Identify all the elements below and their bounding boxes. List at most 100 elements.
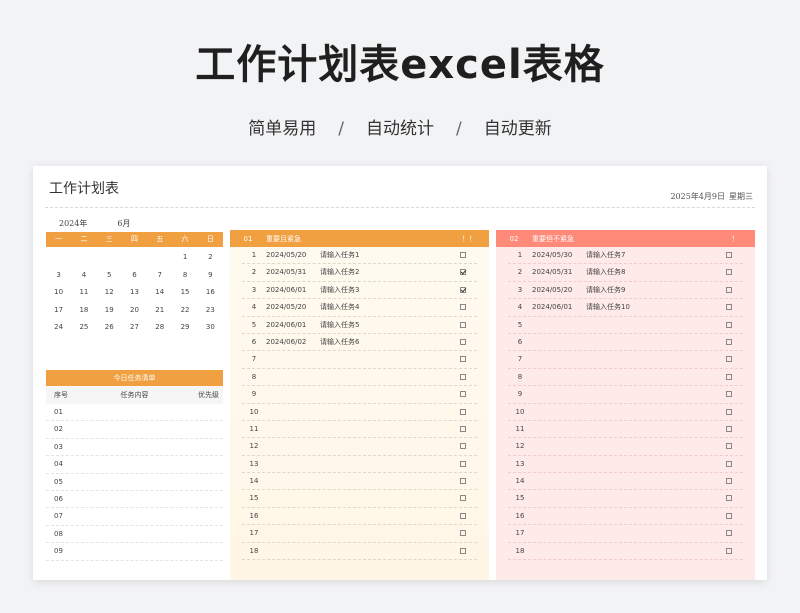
task-text[interactable] (586, 404, 715, 420)
list-item[interactable]: 08 (46, 526, 223, 544)
task-text[interactable] (320, 543, 449, 559)
calendar-day[interactable]: 9 (198, 267, 223, 285)
checkbox-unchecked[interactable] (460, 478, 466, 485)
calendar-day[interactable]: 10 (46, 284, 71, 302)
task-text[interactable] (586, 369, 715, 385)
task-row[interactable]: 16 (508, 508, 743, 526)
calendar-day[interactable]: 26 (97, 319, 122, 337)
checkbox-unchecked[interactable] (726, 269, 732, 276)
task-row[interactable]: 16 (242, 508, 477, 526)
calendar-day[interactable] (97, 249, 122, 267)
checkbox-unchecked[interactable] (460, 252, 466, 258)
calendar-day[interactable]: 27 (122, 319, 147, 337)
task-row[interactable]: 8 (242, 369, 477, 387)
task-text[interactable]: 请输入任务1 (320, 247, 449, 263)
task-text[interactable] (586, 456, 715, 472)
calendar-day[interactable]: 22 (172, 302, 197, 320)
calendar-day[interactable]: 12 (97, 284, 122, 302)
task-text[interactable] (586, 421, 715, 437)
checkbox-unchecked[interactable] (460, 321, 466, 328)
task-row[interactable]: 9 (508, 386, 743, 404)
checkbox-unchecked[interactable] (726, 443, 732, 450)
calendar-day[interactable] (147, 249, 172, 267)
task-row[interactable]: 11 (242, 421, 477, 439)
task-row[interactable]: 7 (242, 351, 477, 369)
calendar-day[interactable]: 5 (97, 267, 122, 285)
calendar-day[interactable]: 1 (172, 249, 197, 267)
checkbox-unchecked[interactable] (726, 391, 732, 398)
task-row[interactable]: 11 (508, 421, 743, 439)
checkbox-unchecked[interactable] (460, 425, 466, 432)
task-text[interactable] (586, 317, 715, 333)
calendar-day[interactable]: 20 (122, 302, 147, 320)
checkbox-unchecked[interactable] (460, 530, 466, 537)
calendar-day[interactable] (71, 249, 96, 267)
calendar-day[interactable]: 19 (97, 302, 122, 320)
checkbox-unchecked[interactable] (726, 252, 732, 258)
task-text[interactable] (320, 369, 449, 385)
task-text[interactable] (320, 490, 449, 506)
calendar-day[interactable]: 13 (122, 284, 147, 302)
checkbox-unchecked[interactable] (726, 304, 732, 311)
checkbox-unchecked[interactable] (726, 460, 732, 467)
list-item[interactable]: 02 (46, 421, 223, 439)
task-text[interactable] (320, 351, 449, 367)
calendar-day[interactable]: 23 (198, 302, 223, 320)
task-row[interactable]: 4 2024/06/01 请输入任务10 (508, 299, 743, 317)
checkbox-unchecked[interactable] (460, 495, 466, 502)
calendar-day[interactable]: 7 (147, 267, 172, 285)
task-row[interactable]: 17 (242, 525, 477, 543)
task-text[interactable]: 请输入任务4 (320, 299, 449, 315)
task-row[interactable]: 4 2024/05/20 请输入任务4 (242, 299, 477, 317)
calendar-day[interactable]: 15 (172, 284, 197, 302)
calendar-day[interactable]: 25 (71, 319, 96, 337)
task-row[interactable]: 10 (508, 404, 743, 421)
task-text[interactable] (586, 386, 715, 402)
checkbox-unchecked[interactable] (726, 286, 732, 293)
task-row[interactable]: 15 (508, 490, 743, 508)
task-row[interactable]: 6 (508, 334, 743, 352)
checkbox-unchecked[interactable] (726, 495, 732, 502)
checkbox-unchecked[interactable] (460, 547, 466, 554)
calendar-day[interactable]: 21 (147, 302, 172, 320)
checkbox-unchecked[interactable] (460, 512, 466, 519)
checkbox-unchecked[interactable] (460, 391, 466, 398)
task-text[interactable] (586, 490, 715, 506)
task-text[interactable] (586, 473, 715, 489)
calendar-year[interactable]: 2024年 (59, 219, 87, 228)
task-row[interactable]: 6 2024/06/02 请输入任务6 (242, 334, 477, 352)
checkbox-checked[interactable] (460, 286, 466, 293)
task-text[interactable] (320, 421, 449, 437)
calendar-day[interactable]: 24 (46, 319, 71, 337)
checkbox-checked[interactable] (460, 269, 466, 276)
checkbox-unchecked[interactable] (726, 512, 732, 519)
checkbox-unchecked[interactable] (726, 547, 732, 554)
task-row[interactable]: 3 2024/06/01 请输入任务3 (242, 282, 477, 300)
list-item[interactable]: 06 (46, 491, 223, 509)
checkbox-unchecked[interactable] (726, 530, 732, 537)
task-text[interactable] (320, 438, 449, 454)
calendar-day[interactable]: 28 (147, 319, 172, 337)
task-row[interactable]: 8 (508, 369, 743, 387)
checkbox-unchecked[interactable] (460, 408, 466, 415)
task-row[interactable]: 10 (242, 404, 477, 421)
task-text[interactable] (320, 525, 449, 541)
list-item[interactable]: 04 (46, 456, 223, 474)
checkbox-unchecked[interactable] (726, 321, 732, 328)
calendar-day[interactable]: 18 (71, 302, 96, 320)
task-text[interactable] (586, 438, 715, 454)
task-text[interactable] (320, 456, 449, 472)
calendar-day[interactable]: 16 (198, 284, 223, 302)
task-text[interactable]: 请输入任务7 (586, 247, 715, 263)
task-row[interactable]: 14 (508, 473, 743, 491)
task-text[interactable] (320, 386, 449, 402)
task-row[interactable]: 18 (508, 543, 743, 561)
checkbox-unchecked[interactable] (460, 338, 466, 345)
task-text[interactable]: 请输入任务10 (586, 299, 715, 315)
checkbox-unchecked[interactable] (460, 373, 466, 380)
calendar-day[interactable]: 14 (147, 284, 172, 302)
calendar-month[interactable]: 6月 (117, 219, 130, 228)
task-row[interactable]: 5 (508, 317, 743, 334)
task-text[interactable]: 请输入任务3 (320, 282, 449, 298)
checkbox-unchecked[interactable] (726, 338, 732, 345)
